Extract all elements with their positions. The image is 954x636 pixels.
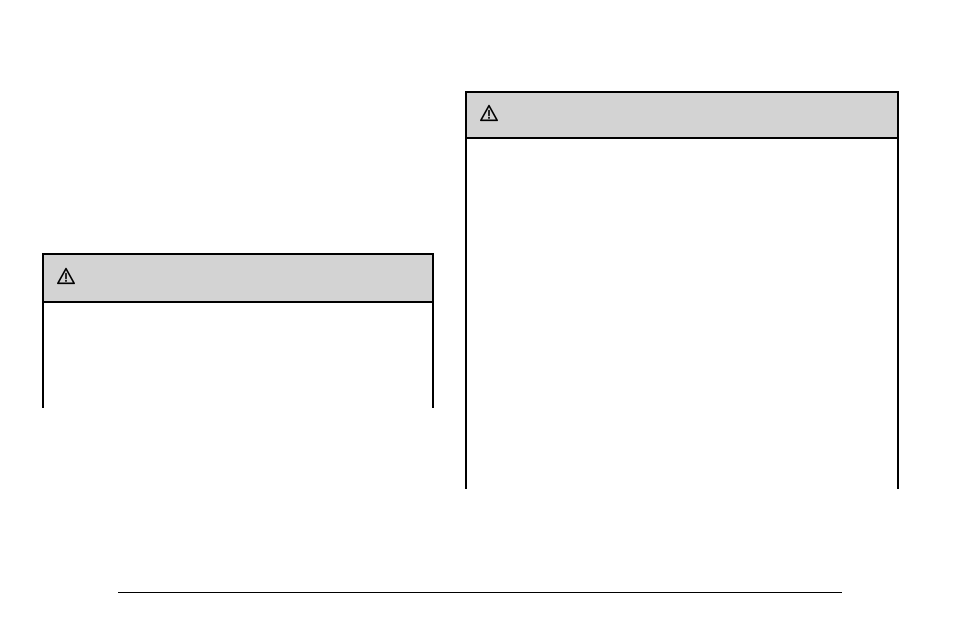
footer-divider bbox=[118, 592, 842, 593]
callout-header-left bbox=[44, 255, 432, 303]
callout-header-right bbox=[467, 93, 897, 139]
callout-body-right bbox=[467, 139, 897, 489]
callout-box-right bbox=[465, 91, 899, 489]
warning-icon bbox=[56, 267, 76, 290]
callout-body-left bbox=[44, 303, 432, 408]
warning-icon bbox=[479, 104, 499, 127]
callout-box-left bbox=[42, 253, 434, 408]
